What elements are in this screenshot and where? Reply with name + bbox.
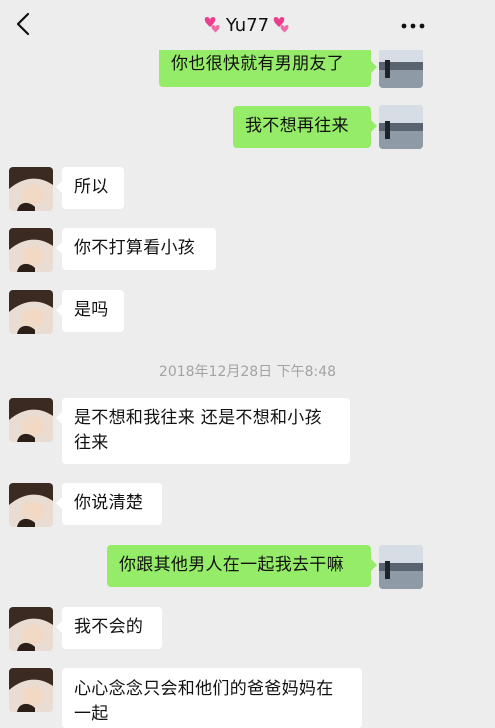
contact-avatar[interactable]: [9, 607, 53, 651]
contact-avatar[interactable]: [9, 483, 53, 527]
message-bubble-incoming[interactable]: 你不打算看小孩: [56, 228, 216, 270]
contact-avatar[interactable]: [9, 167, 53, 211]
contact-avatar[interactable]: [9, 228, 53, 272]
my-avatar[interactable]: [379, 545, 423, 589]
message-bubble-outgoing[interactable]: 你跟其他男人在一起我去干嘛: [107, 545, 377, 587]
ellipsis-icon: [401, 23, 425, 29]
chat-title-text: Yu77: [225, 14, 270, 36]
message-bubble-incoming[interactable]: 是不想和我往来 还是不想和小孩往来: [56, 398, 350, 464]
contact-avatar[interactable]: [9, 668, 53, 712]
message-bubble-outgoing[interactable]: 你也很快就有男朋友了: [159, 47, 377, 87]
two-hearts-icon: [273, 17, 289, 33]
more-button[interactable]: [393, 14, 433, 38]
chat-header: Yu77: [0, 0, 495, 50]
contact-avatar[interactable]: [9, 290, 53, 334]
message-bubble-incoming[interactable]: 是吗: [56, 290, 124, 332]
message-bubble-incoming[interactable]: 你说清楚: [56, 483, 162, 525]
two-hearts-icon: [204, 17, 220, 33]
contact-avatar[interactable]: [9, 398, 53, 442]
my-avatar[interactable]: [379, 105, 423, 149]
my-avatar[interactable]: [379, 44, 423, 88]
message-bubble-incoming[interactable]: 我不会的: [56, 607, 162, 649]
message-bubble-incoming[interactable]: 所以: [56, 167, 124, 209]
message-bubble-incoming[interactable]: 心心念念只会和他们的爸爸妈妈在一起: [62, 668, 362, 728]
message-timestamp: 2018年12月28日 下午8:48: [158, 364, 337, 380]
message-bubble-outgoing[interactable]: 我不想再往来: [233, 106, 377, 148]
